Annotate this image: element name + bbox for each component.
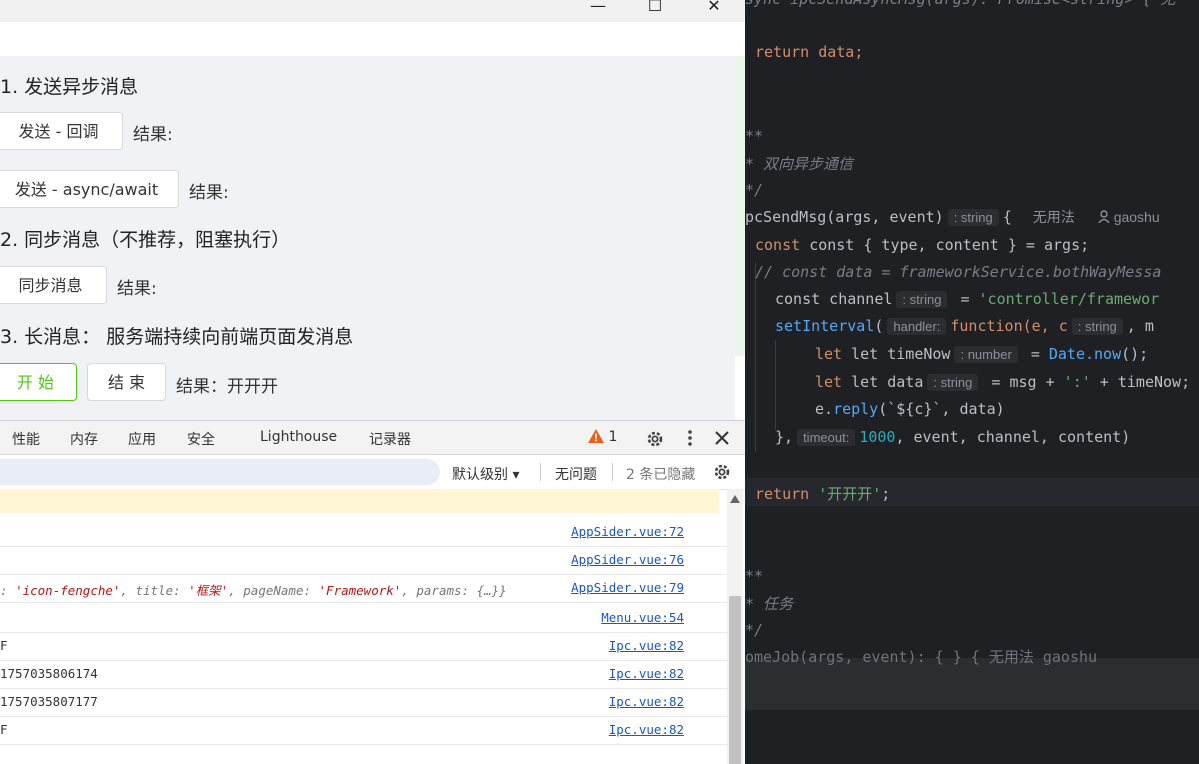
console-source-link[interactable]: Menu.vue:54	[601, 610, 684, 625]
console-row: F Ipc.vue:82	[0, 716, 727, 745]
maximize-icon[interactable]: ☐	[643, 0, 667, 18]
result-long-message: 结果：开开开	[176, 377, 278, 397]
author-hint[interactable]: gaoshu	[1098, 209, 1160, 225]
indent-guide	[775, 340, 776, 430]
code-line: **	[745, 127, 764, 145]
type-hint: : number	[954, 346, 1018, 363]
sync-message-button[interactable]: 同步消息	[0, 266, 107, 304]
code-line: e.reply(`${c}`, data)	[815, 400, 1005, 418]
app-scroll-accent	[735, 56, 745, 356]
warning-icon	[588, 429, 604, 443]
console-settings-gear-icon[interactable]	[712, 462, 732, 482]
settings-gear-icon[interactable]	[645, 429, 665, 449]
send-async-await-button[interactable]: 发送 - async/await	[0, 170, 179, 208]
type-hint: : string	[947, 209, 999, 226]
usage-hint[interactable]: 无用法	[1033, 209, 1075, 225]
result-label-async: 结果:	[189, 183, 229, 203]
more-options-icon[interactable]	[686, 429, 694, 447]
log-level-dropdown[interactable]: 默认级别 ▾	[452, 464, 519, 484]
code-line: omeJob(args, event): { } { 无用法 gaoshu	[745, 648, 1098, 666]
console-filter-input[interactable]	[0, 459, 440, 485]
hidden-count: 2 条已隐藏	[626, 467, 696, 483]
code-line: setInterval(handler: function(e, c: strin…	[775, 317, 1154, 335]
code-line: */	[745, 621, 764, 639]
console-row: AppSider.vue:72	[0, 518, 727, 547]
console-source-link[interactable]: AppSider.vue:76	[571, 552, 684, 567]
console-message: F	[0, 722, 8, 737]
code-line: const const { type, content } = args;	[755, 236, 1090, 254]
tab-performance[interactable]: 性能	[12, 429, 40, 449]
devtools-tabbar: 性能 内存 应用 安全 Lighthouse 记录器 1	[0, 421, 745, 455]
app-content: 1. 发送异步消息 发送 - 回调 结果: 发送 - async/await 结…	[0, 56, 735, 420]
param-hint: handler:	[887, 318, 947, 335]
filter-divider	[612, 463, 613, 481]
section-title-async: 1. 发送异步消息	[0, 76, 139, 98]
console-row: F Ipc.vue:82	[0, 632, 727, 661]
minimize-icon[interactable]: —	[586, 0, 610, 18]
close-icon[interactable]: ✕	[702, 0, 726, 18]
code-line: * 双向异步通信	[745, 155, 854, 173]
console-source-link[interactable]: Ipc.vue:82	[609, 694, 684, 709]
console-row: Menu.vue:54	[0, 604, 727, 633]
code-line: }, timeout: 1000, event, channel, content)	[775, 428, 1131, 446]
indent-guide	[755, 262, 756, 452]
tab-application[interactable]: 应用	[128, 429, 156, 449]
code-line: **	[745, 567, 764, 585]
code-line: * 任务	[745, 595, 794, 613]
warning-badge[interactable]: 1	[588, 429, 617, 445]
code-line: */	[745, 181, 764, 199]
console-object-message[interactable]: : 'icon-fengche', title: '框架', pageName:…	[0, 580, 507, 599]
code-line: sync ipcSendAsyncMsg(args): Promise<stri…	[745, 0, 1175, 9]
console-source-link[interactable]: Ipc.vue:82	[609, 722, 684, 737]
param-hint: timeout:	[797, 429, 856, 446]
type-hint: : string	[927, 374, 979, 391]
console-filter-bar: 默认级别 ▾ 无问题 2 条已隐藏	[0, 455, 745, 490]
console-source-link[interactable]: Ipc.vue:82	[609, 666, 684, 681]
code-line: // const data = frameworkService.bothWay…	[755, 263, 1162, 281]
console-row: : 'icon-fengche', title: '框架', pageName:…	[0, 574, 727, 603]
result-label-sync: 结果:	[117, 279, 157, 299]
tab-recorder[interactable]: 记录器	[369, 429, 411, 449]
code-line: let let data: string = msg + ':' + timeN…	[815, 373, 1191, 391]
section-title-sync: 2. 同步消息（不推荐，阻塞执行）	[0, 229, 291, 251]
tab-memory[interactable]: 内存	[70, 429, 98, 449]
start-button[interactable]: 开 始	[0, 363, 77, 401]
issues-button[interactable]: 无问题	[555, 464, 597, 484]
send-callback-button[interactable]: 发送 - 回调	[0, 112, 123, 150]
console-message: 1757035807177	[0, 694, 98, 709]
warning-count: 1	[608, 429, 618, 445]
type-hint: : string	[1071, 318, 1123, 335]
code-line: let let timeNow: number = Date.now();	[815, 345, 1149, 363]
window-titlebar: — ☐ ✕	[0, 0, 745, 22]
console-row: 1757035807177 Ipc.vue:82	[0, 688, 727, 717]
console-message: 1757035806174	[0, 666, 98, 681]
console-row: AppSider.vue:76	[0, 546, 727, 575]
console-row: 1757035806174 Ipc.vue:82	[0, 660, 727, 689]
code-editor[interactable]: sync ipcSendAsyncMsg(args): Promise<stri…	[745, 0, 1199, 764]
console-source-link[interactable]: Ipc.vue:82	[609, 638, 684, 653]
console-source-link[interactable]: AppSider.vue:79	[571, 580, 684, 595]
console-source-link[interactable]: AppSider.vue:72	[571, 524, 684, 539]
tab-lighthouse[interactable]: Lighthouse	[260, 429, 337, 445]
user-icon	[1098, 210, 1110, 224]
console-message: F	[0, 638, 8, 653]
console-scrollbar-thumb[interactable]	[729, 596, 741, 764]
code-line: const channel: string = 'controller/fram…	[775, 290, 1160, 308]
scroll-up-arrow-icon[interactable]	[730, 495, 740, 503]
console-warning-row	[0, 489, 719, 513]
result-label-callback: 结果:	[133, 125, 173, 145]
close-devtools-icon[interactable]	[714, 430, 730, 446]
section-title-long: 3. 长消息： 服务端持续向前端页面发消息	[0, 326, 354, 348]
code-line: return '开开开';	[755, 485, 891, 503]
code-line: return data;	[755, 43, 864, 61]
devtools-panel: 性能 内存 应用 安全 Lighthouse 记录器 1 默认级别 ▾ 无问题 …	[0, 420, 745, 764]
filter-divider	[540, 463, 541, 481]
tab-security[interactable]: 安全	[187, 429, 215, 449]
code-line: pcSendMsg(args, event): string{ 无用法 gaos…	[745, 208, 1160, 226]
type-hint: : string	[896, 291, 948, 308]
end-button[interactable]: 结 束	[87, 363, 166, 401]
app-window: — ☐ ✕ 1. 发送异步消息 发送 - 回调 结果: 发送 - async/a…	[0, 0, 745, 764]
